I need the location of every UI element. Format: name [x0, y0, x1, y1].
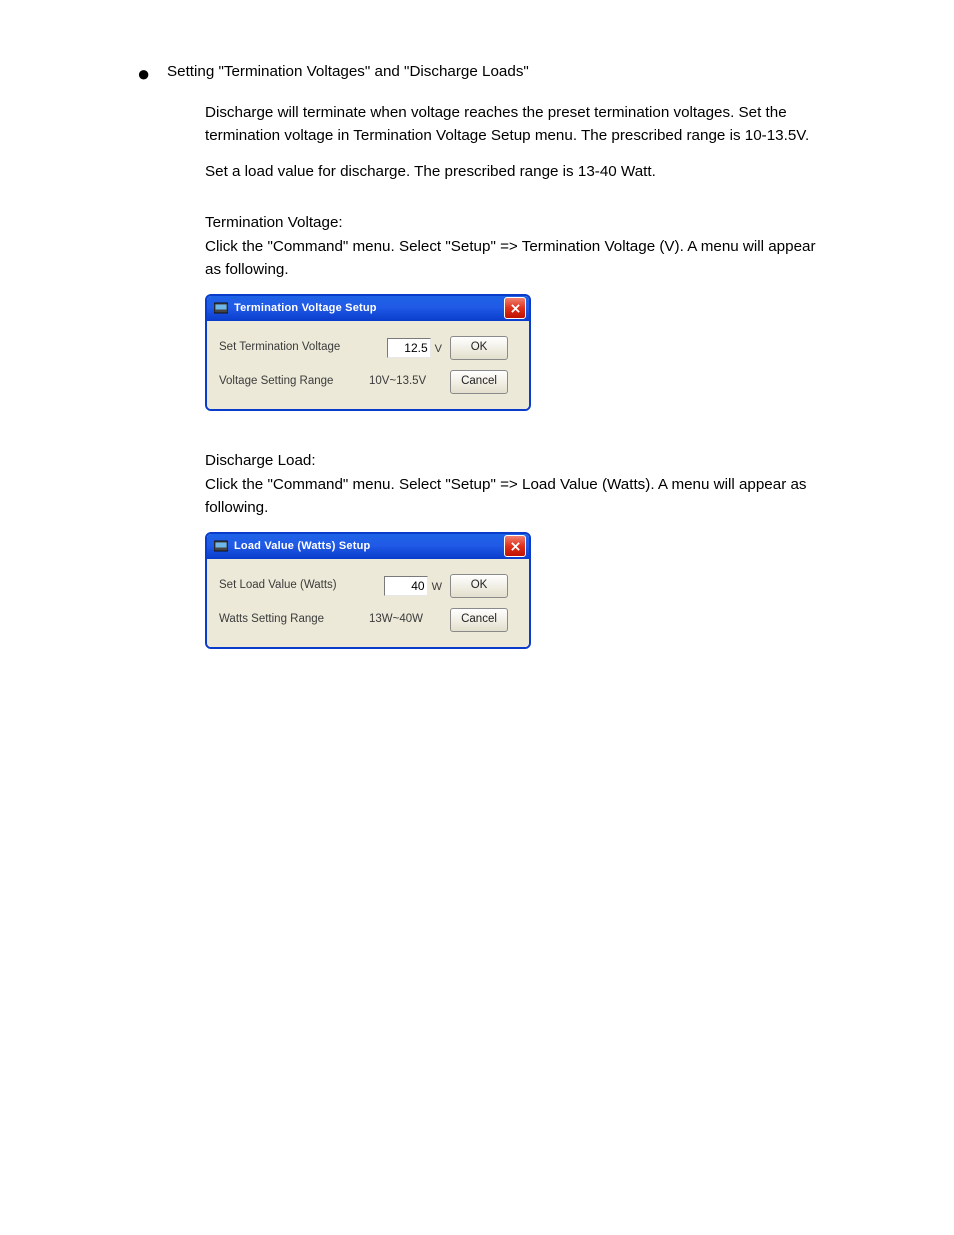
- text-line: Discharge Load:: [205, 452, 316, 469]
- paragraph: Termination Voltage: Click the "Command"…: [205, 211, 825, 282]
- set-load-label: Set Load Value (Watts): [219, 577, 359, 595]
- close-button[interactable]: [504, 535, 526, 557]
- termination-voltage-dialog: Termination Voltage Setup Set Terminatio…: [205, 294, 531, 411]
- text-line: Click the "Command" menu. Select "Setup"…: [205, 476, 807, 517]
- voltage-range-label: Voltage Setting Range: [219, 373, 359, 391]
- text-line: Click the "Command" menu. Select "Setup"…: [205, 238, 816, 279]
- dialog-titlebar: Load Value (Watts) Setup: [207, 534, 529, 559]
- bullet-text: Setting "Termination Voltages" and "Disc…: [167, 60, 835, 84]
- voltage-input-cell: V: [367, 338, 442, 358]
- unit-label: W: [432, 579, 442, 596]
- document-page: ● Setting "Termination Voltages" and "Di…: [135, 0, 835, 649]
- paragraph: Discharge Load: Click the "Command" menu…: [205, 449, 825, 520]
- load-value-dialog: Load Value (Watts) Setup Set Load Value …: [205, 532, 531, 649]
- load-range-value: 13W~40W: [367, 611, 442, 629]
- paragraph: Discharge will terminate when voltage re…: [205, 101, 825, 148]
- load-range-label: Watts Setting Range: [219, 611, 359, 629]
- cancel-button[interactable]: Cancel: [450, 370, 508, 394]
- termination-voltage-input[interactable]: [387, 338, 431, 358]
- dialog-title: Termination Voltage Setup: [234, 300, 504, 317]
- voltage-range-value: 10V~13.5V: [367, 373, 442, 391]
- bullet-marker: ●: [135, 60, 167, 89]
- set-voltage-label: Set Termination Voltage: [219, 339, 359, 357]
- dialog-figure: Termination Voltage Setup Set Terminatio…: [205, 294, 835, 411]
- unit-label: V: [435, 341, 442, 358]
- dialog-title: Load Value (Watts) Setup: [234, 538, 504, 555]
- cancel-button[interactable]: Cancel: [450, 608, 508, 632]
- app-icon: [213, 538, 229, 554]
- ok-button[interactable]: OK: [450, 574, 508, 598]
- dialog-body: Set Load Value (Watts) W OK Watts Settin…: [207, 559, 529, 647]
- close-button[interactable]: [504, 297, 526, 319]
- ok-button[interactable]: OK: [450, 336, 508, 360]
- dialog-body: Set Termination Voltage V OK Voltage Set…: [207, 321, 529, 409]
- text-line: Termination Voltage:: [205, 214, 343, 231]
- load-input-cell: W: [367, 576, 442, 596]
- app-icon: [213, 300, 229, 316]
- dialog-titlebar: Termination Voltage Setup: [207, 296, 529, 321]
- paragraph: Set a load value for discharge. The pres…: [205, 160, 825, 184]
- dialog-figure: Load Value (Watts) Setup Set Load Value …: [205, 532, 835, 649]
- bullet-item: ● Setting "Termination Voltages" and "Di…: [135, 60, 835, 89]
- load-value-input[interactable]: [384, 576, 428, 596]
